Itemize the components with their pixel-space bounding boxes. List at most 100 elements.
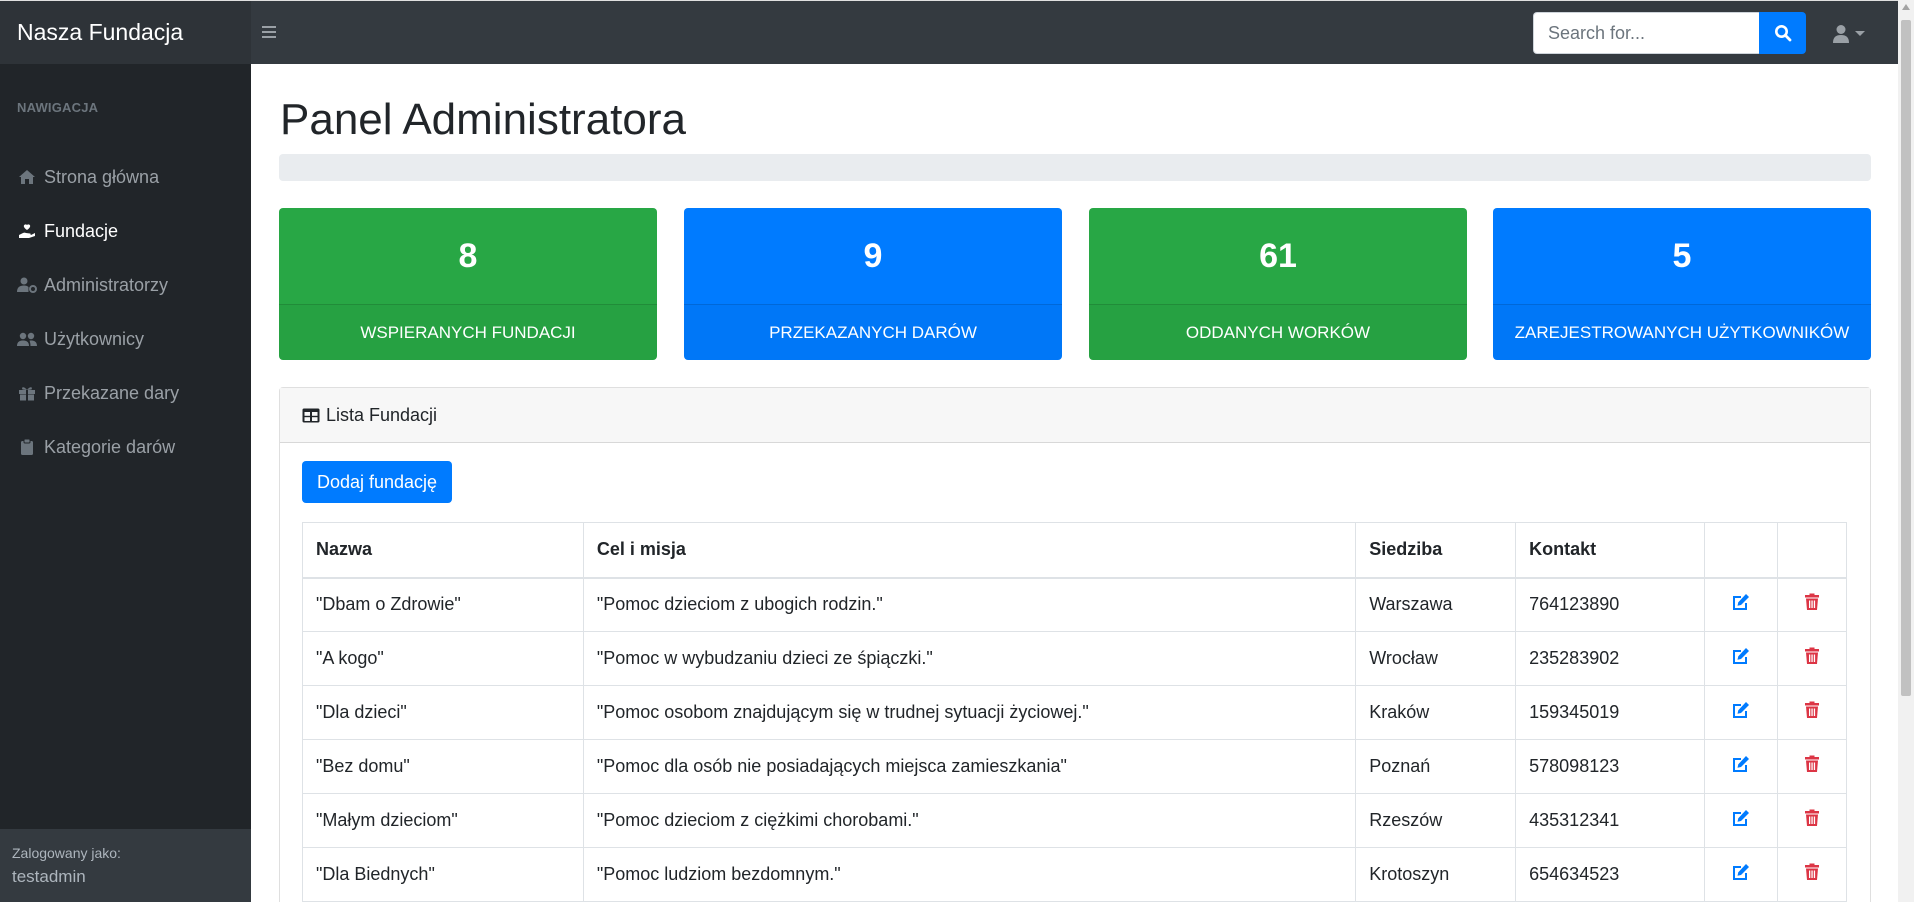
cell-contact: 578098123 bbox=[1515, 739, 1706, 794]
sidebar-item-przekazane-dary[interactable]: Przekazane dary bbox=[0, 373, 251, 413]
cell-name: "Dla Biednych" bbox=[302, 847, 584, 902]
menu-toggle-button[interactable] bbox=[258, 18, 282, 46]
sidebar-item-label: Użytkownicy bbox=[44, 328, 145, 349]
user-dropdown-toggle[interactable] bbox=[1832, 21, 1872, 47]
sidebar-footer: Zalogowany jako: testadmin bbox=[0, 829, 251, 902]
delete-cell bbox=[1777, 847, 1847, 902]
cell-contact: 159345019 bbox=[1515, 685, 1706, 740]
stat-label[interactable]: ZAREJESTROWANYCH UŻYTKOWNIKÓW bbox=[1493, 304, 1871, 360]
edit-icon[interactable] bbox=[1731, 863, 1751, 881]
trash-icon[interactable] bbox=[1804, 809, 1820, 827]
user-icon bbox=[1833, 25, 1849, 43]
sidebar-item-label: Strona główna bbox=[44, 166, 160, 187]
table-row: "Małym dzieciom" "Pomoc dzieciom z ciężk… bbox=[302, 793, 1847, 848]
sidebar-item-label: Fundacje bbox=[44, 220, 119, 241]
hand-holding-heart-icon bbox=[17, 221, 37, 241]
cell-contact: 764123890 bbox=[1515, 577, 1706, 632]
delete-cell bbox=[1777, 685, 1847, 740]
search-button[interactable] bbox=[1759, 12, 1806, 54]
sidebar-header: NAWIGACJA bbox=[17, 100, 99, 115]
stat-value: 8 bbox=[458, 236, 478, 275]
column-header-edit bbox=[1704, 522, 1779, 579]
sidebar-item-home[interactable]: Strona główna bbox=[0, 157, 251, 197]
edit-cell bbox=[1704, 577, 1779, 632]
cell-city: Krotoszyn bbox=[1355, 847, 1517, 902]
add-foundation-button[interactable]: Dodaj fundację bbox=[302, 461, 452, 503]
search-input[interactable] bbox=[1533, 12, 1759, 54]
delete-cell bbox=[1777, 631, 1847, 686]
delete-cell bbox=[1777, 793, 1847, 848]
sidebar-item-label: Kategorie darów bbox=[44, 436, 176, 457]
cell-city: Rzeszów bbox=[1355, 793, 1517, 848]
search-form bbox=[1533, 12, 1806, 54]
gift-icon bbox=[17, 383, 37, 403]
card-header: Lista Fundacji bbox=[280, 388, 1870, 443]
column-header-nazwa: Nazwa bbox=[302, 522, 584, 579]
table-row: "Bez domu" "Pomoc dla osób nie posiadają… bbox=[302, 739, 1847, 794]
cell-mission: "Pomoc dzieciom z ciężkimi chorobami." bbox=[582, 793, 1357, 848]
sidebar-item-uzytkownicy[interactable]: Użytkownicy bbox=[0, 319, 251, 359]
edit-cell bbox=[1704, 739, 1779, 794]
page-title: Panel Administratora bbox=[280, 95, 686, 144]
page-scrollbar[interactable] bbox=[1898, 0, 1914, 902]
edit-icon[interactable] bbox=[1731, 593, 1751, 611]
table-header-row: Nazwa Cel i misja Siedziba Kontakt bbox=[302, 522, 1847, 579]
cell-mission: "Pomoc dla osób nie posiadających miejsc… bbox=[582, 739, 1357, 794]
sidebar-item-administratorzy[interactable]: Administratorzy bbox=[0, 265, 251, 305]
table-icon bbox=[302, 408, 320, 423]
trash-icon[interactable] bbox=[1804, 647, 1820, 665]
sidebar: NAWIGACJA Strona główna Fundacje Adminis… bbox=[0, 64, 251, 902]
table-row: "A kogo" "Pomoc w wybudzaniu dzieci ze ś… bbox=[302, 631, 1847, 686]
caret-down-icon bbox=[1855, 31, 1865, 36]
column-header-delete bbox=[1777, 522, 1847, 579]
scroll-up-arrow-icon[interactable] bbox=[1902, 4, 1910, 10]
sidebar-item-kategorie-darow[interactable]: Kategorie darów bbox=[0, 427, 251, 467]
delete-cell bbox=[1777, 577, 1847, 632]
edit-icon[interactable] bbox=[1731, 701, 1751, 719]
trash-icon[interactable] bbox=[1804, 755, 1820, 773]
table-row: "Dla Biednych" "Pomoc ludziom bezdomnym.… bbox=[302, 847, 1847, 902]
cell-contact: 654634523 bbox=[1515, 847, 1706, 902]
trash-icon[interactable] bbox=[1804, 593, 1820, 611]
stat-card-dary: 9 PRZEKAZANYCH DARÓW bbox=[684, 208, 1062, 360]
cell-city: Wrocław bbox=[1355, 631, 1517, 686]
stat-label[interactable]: WSPIERANYCH FUNDACJI bbox=[279, 304, 657, 360]
foundations-table: Nazwa Cel i misja Siedziba Kontakt "Dbam… bbox=[302, 522, 1847, 902]
stat-label[interactable]: PRZEKAZANYCH DARÓW bbox=[684, 304, 1062, 360]
stat-card-worki: 61 ODDANYCH WORKÓW bbox=[1089, 208, 1467, 360]
stat-value: 5 bbox=[1672, 236, 1692, 275]
edit-icon[interactable] bbox=[1731, 809, 1751, 827]
stat-card-uzytkownicy: 5 ZAREJESTROWANYCH UŻYTKOWNIKÓW bbox=[1493, 208, 1871, 360]
users-icon bbox=[17, 329, 37, 349]
brand-title[interactable]: Nasza Fundacja bbox=[0, 1, 251, 64]
logged-in-username: testadmin bbox=[12, 867, 86, 886]
cell-city: Warszawa bbox=[1355, 577, 1517, 632]
cell-city: Poznań bbox=[1355, 739, 1517, 794]
edit-cell bbox=[1704, 631, 1779, 686]
scrollbar-thumb[interactable] bbox=[1901, 20, 1911, 696]
cell-mission: "Pomoc ludziom bezdomnym." bbox=[582, 847, 1357, 902]
stat-card-fundacje: 8 WSPIERANYCH FUNDACJI bbox=[279, 208, 657, 360]
top-navbar: Nasza Fundacja bbox=[0, 0, 1898, 64]
sidebar-item-label: Administratorzy bbox=[44, 274, 169, 295]
stat-value: 9 bbox=[863, 236, 883, 275]
edit-icon[interactable] bbox=[1731, 647, 1751, 665]
main-content: Panel Administratora 8 WSPIERANYCH FUNDA… bbox=[251, 64, 1898, 902]
cell-name: "A kogo" bbox=[302, 631, 584, 686]
foundations-card: Lista Fundacji Dodaj fundację Nazwa Cel … bbox=[279, 387, 1871, 902]
sidebar-item-fundacje[interactable]: Fundacje bbox=[0, 211, 251, 251]
breadcrumb bbox=[279, 154, 1871, 181]
trash-icon[interactable] bbox=[1804, 863, 1820, 881]
cell-mission: "Pomoc dzieciom z ubogich rodzin." bbox=[582, 577, 1357, 632]
cell-contact: 235283902 bbox=[1515, 631, 1706, 686]
cell-name: "Dla dzieci" bbox=[302, 685, 584, 740]
edit-cell bbox=[1704, 847, 1779, 902]
edit-icon[interactable] bbox=[1731, 755, 1751, 773]
stat-label[interactable]: ODDANYCH WORKÓW bbox=[1089, 304, 1467, 360]
trash-icon[interactable] bbox=[1804, 701, 1820, 719]
cell-name: "Małym dzieciom" bbox=[302, 793, 584, 848]
column-header-kontakt: Kontakt bbox=[1515, 522, 1706, 579]
sidebar-item-label: Przekazane dary bbox=[44, 382, 180, 403]
column-header-siedziba: Siedziba bbox=[1355, 522, 1517, 579]
user-cog-icon bbox=[17, 275, 37, 295]
